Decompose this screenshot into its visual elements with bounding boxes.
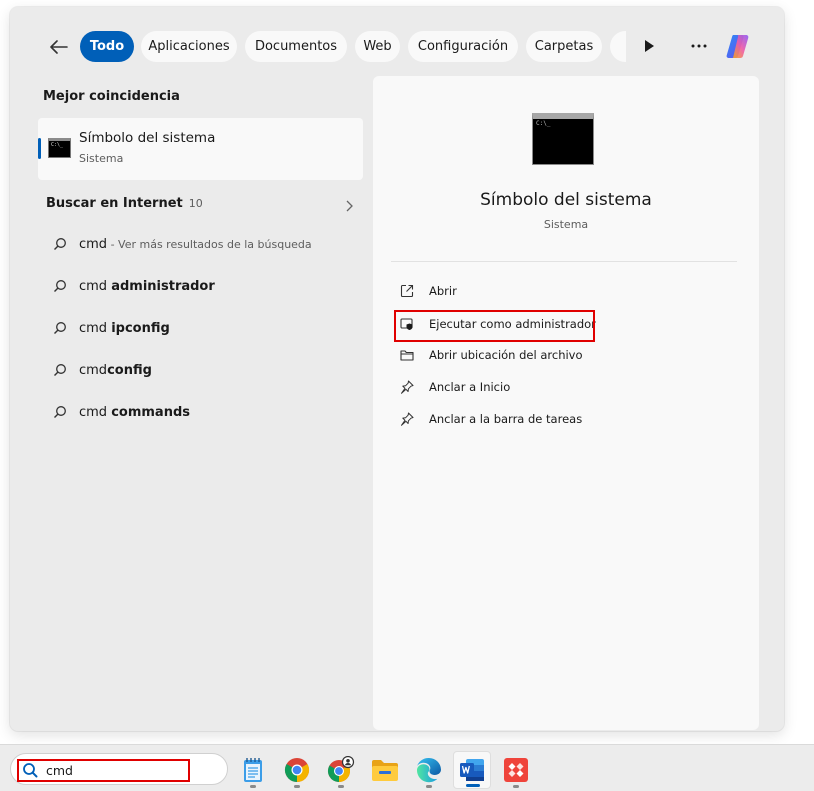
web-search-header: Buscar en Internet 10 [46, 196, 203, 211]
running-indicator [513, 785, 519, 788]
chrome-icon [284, 758, 310, 782]
open-external-icon [400, 284, 414, 298]
command-prompt-icon [532, 113, 594, 165]
action-open[interactable]: Abrir [391, 276, 691, 306]
running-indicator [466, 784, 480, 787]
web-result-5[interactable]: cmd commands [38, 394, 363, 430]
copilot-button[interactable] [724, 31, 754, 61]
running-indicator [250, 785, 256, 788]
best-match-title: Símbolo del sistema [79, 130, 216, 146]
taskbar-app-word[interactable] [453, 751, 491, 789]
web-search-expand-button[interactable] [345, 197, 355, 212]
web-result-text: cmdconfig [79, 362, 152, 378]
arrow-left-icon [50, 40, 68, 54]
search-icon [54, 238, 66, 250]
search-panel: Todo Aplicaciones Documentos Web Configu… [10, 7, 784, 731]
web-search-count: 10 [188, 197, 203, 210]
action-label: Anclar a Inicio [429, 380, 511, 394]
web-result-text: cmd commands [79, 404, 191, 420]
search-icon [54, 406, 66, 418]
taskbar [0, 744, 814, 791]
best-match-label: Mejor coincidencia [43, 89, 180, 104]
web-result-2[interactable]: cmd administrador [38, 268, 363, 304]
pin-icon [401, 380, 414, 394]
action-label: Abrir ubicación del archivo [429, 348, 583, 362]
taskbar-app-chrome-profile[interactable] [322, 751, 360, 789]
web-result-1[interactable]: cmd - Ver más resultados de la búsqueda [38, 226, 363, 262]
chip-configuracion[interactable]: Configuración [408, 31, 518, 62]
edge-icon [416, 757, 441, 783]
action-pin-to-taskbar[interactable]: Anclar a la barra de tareas [391, 404, 691, 434]
chevron-right-icon [346, 200, 353, 212]
command-prompt-icon [48, 138, 71, 158]
action-label: Ejecutar como administrador [429, 317, 596, 331]
best-match-subtitle: Sistema [79, 152, 124, 165]
back-button[interactable] [46, 34, 72, 60]
taskbar-app-edge[interactable] [410, 751, 448, 789]
best-match-item[interactable]: Símbolo del sistema Sistema [38, 118, 363, 180]
folder-icon [372, 760, 398, 781]
search-icon [23, 763, 38, 778]
running-indicator [426, 785, 432, 788]
search-icon [54, 280, 66, 292]
folder-icon [400, 350, 414, 361]
search-input[interactable] [46, 760, 196, 780]
taskbar-app-anydesk[interactable] [497, 751, 535, 789]
running-indicator [294, 785, 300, 788]
web-result-text: cmd - Ver más resultados de la búsqueda [79, 236, 312, 252]
chip-aplicaciones[interactable]: Aplicaciones [141, 31, 237, 62]
divider [391, 261, 737, 262]
taskbar-app-chrome[interactable] [278, 751, 316, 789]
chip-carpetas[interactable]: Carpetas [526, 31, 602, 62]
web-result-4[interactable]: cmdconfig [38, 352, 363, 388]
action-run-as-admin[interactable]: Ejecutar como administrador [391, 309, 691, 339]
web-result-text: cmd administrador [79, 278, 215, 294]
taskbar-app-file-explorer[interactable] [366, 751, 404, 789]
action-pin-to-start[interactable]: Anclar a Inicio [391, 372, 691, 402]
chip-truncated[interactable] [610, 31, 626, 62]
running-indicator [338, 785, 344, 788]
preview-subtitle: Sistema [543, 218, 589, 231]
ellipsis-icon [691, 44, 707, 48]
action-open-file-location[interactable]: Abrir ubicación del archivo [391, 340, 691, 370]
notepad-icon [244, 758, 262, 782]
more-filters-button[interactable] [641, 37, 657, 55]
action-label: Anclar a la barra de tareas [429, 412, 583, 426]
anydesk-icon [504, 758, 528, 782]
web-search-label: Buscar en Internet [46, 196, 183, 211]
search-icon [54, 322, 66, 334]
more-options-button[interactable] [685, 36, 713, 56]
taskbar-app-notepad[interactable] [234, 751, 272, 789]
web-result-text: cmd ipconfig [79, 320, 170, 336]
pin-icon [401, 412, 414, 426]
chrome-profile-icon [328, 756, 355, 782]
selection-accent [38, 138, 41, 159]
search-icon [54, 364, 66, 376]
chip-documentos[interactable]: Documentos [245, 31, 347, 62]
chip-web[interactable]: Web [355, 31, 400, 62]
play-right-icon [645, 40, 654, 52]
web-result-3[interactable]: cmd ipconfig [38, 310, 363, 346]
preview-pane: Símbolo del sistema Sistema Abrir Ejecut… [373, 76, 759, 730]
chip-todo[interactable]: Todo [80, 31, 134, 62]
taskbar-search-box[interactable] [10, 753, 228, 785]
preview-title: Símbolo del sistema [480, 190, 652, 210]
action-label: Abrir [429, 284, 457, 298]
word-icon [460, 759, 484, 781]
shield-icon [400, 318, 413, 330]
copilot-icon [726, 35, 749, 58]
